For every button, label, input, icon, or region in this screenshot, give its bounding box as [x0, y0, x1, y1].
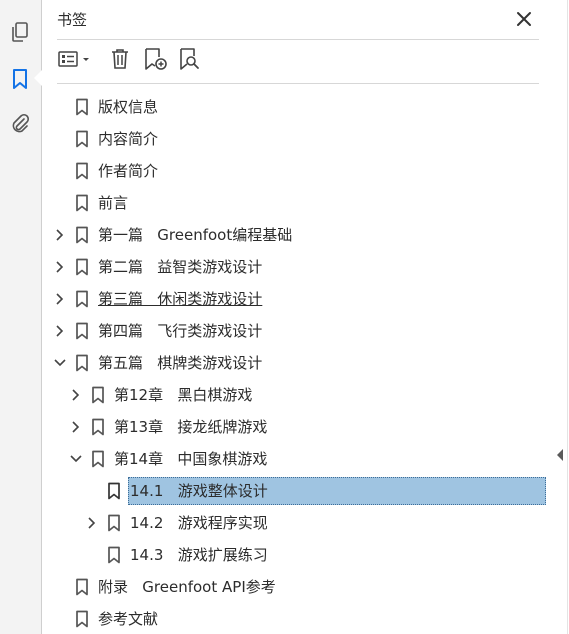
bookmark-icon	[107, 546, 121, 564]
bookmark-label: 作者简介	[98, 162, 159, 180]
new-bookmark-icon	[142, 46, 168, 76]
panel-edge	[567, 0, 568, 634]
bookmark-icon	[75, 578, 89, 596]
bookmark-item[interactable]: 参考文献	[0, 602, 548, 634]
bookmark-icon[interactable]	[8, 67, 32, 91]
bookmark-label: 版权信息	[98, 98, 159, 116]
bookmark-label: 参考文献	[98, 610, 159, 628]
bookmark-label: 第四篇 飞行类游戏设计	[98, 322, 263, 340]
bookmark-icon	[91, 450, 105, 468]
bookmark-item[interactable]: 第三篇 休闲类游戏设计	[0, 282, 548, 314]
bookmark-item[interactable]: 第12章 黑白棋游戏	[0, 378, 548, 410]
options-menu-button[interactable]	[57, 47, 93, 75]
bookmark-item[interactable]: 14.3 游戏扩展练习	[0, 538, 548, 570]
header-divider	[57, 39, 539, 40]
chevron-right-icon[interactable]	[53, 259, 67, 273]
bookmark-label: 前言	[98, 194, 129, 212]
bookmark-item[interactable]: 内容简介	[0, 122, 548, 154]
bookmark-label: 内容简介	[98, 130, 159, 148]
bookmark-item[interactable]: 第五篇 棋牌类游戏设计	[0, 346, 548, 378]
bookmark-icon	[75, 322, 89, 340]
bookmark-toolbar	[57, 44, 539, 78]
bookmark-label: 14.1 游戏整体设计	[130, 482, 268, 500]
bookmark-item[interactable]: 14.2 游戏程序实现	[0, 506, 548, 538]
bookmark-item[interactable]: 第一篇 Greenfoot编程基础	[0, 218, 548, 250]
delete-bookmark-icon	[108, 47, 132, 75]
bookmark-icon	[75, 98, 89, 116]
chevron-down-icon[interactable]	[69, 451, 83, 465]
bookmark-label: 第一篇 Greenfoot编程基础	[98, 226, 293, 244]
chevron-right-icon[interactable]	[69, 419, 83, 433]
bookmark-icon	[75, 226, 89, 244]
bookmark-icon	[91, 418, 105, 436]
new-bookmark-button[interactable]	[141, 47, 169, 75]
delete-bookmark-button[interactable]	[107, 47, 133, 75]
collapse-panel-icon[interactable]	[557, 449, 563, 461]
bookmark-label: 第14章 中国象棋游戏	[114, 450, 268, 468]
chevron-right-icon[interactable]	[53, 291, 67, 305]
search-bookmark-icon	[176, 46, 202, 76]
bookmark-item[interactable]: 14.1 游戏整体设计	[0, 474, 548, 506]
bookmark-item[interactable]: 第13章 接龙纸牌游戏	[0, 410, 548, 442]
bookmark-item[interactable]: 附录 Greenfoot API参考	[0, 570, 548, 602]
bookmark-icon	[75, 290, 89, 308]
panel-title: 书签	[57, 11, 88, 29]
chevron-right-icon[interactable]	[53, 227, 67, 241]
toolbar-divider	[57, 83, 539, 84]
bookmark-item[interactable]: 版权信息	[0, 90, 548, 122]
bookmark-label: 第13章 接龙纸牌游戏	[114, 418, 268, 436]
bookmark-label: 第五篇 棋牌类游戏设计	[98, 354, 263, 372]
bookmark-item[interactable]: 作者简介	[0, 154, 548, 186]
bookmark-icon	[91, 386, 105, 404]
chevron-down-icon[interactable]	[53, 355, 67, 369]
pages-icon[interactable]	[8, 20, 32, 44]
bookmark-icon	[75, 194, 89, 212]
bookmark-item[interactable]: 第四篇 飞行类游戏设计	[0, 314, 548, 346]
bookmark-icon	[75, 130, 89, 148]
options-menu-icon	[57, 49, 93, 73]
bookmark-icon	[75, 258, 89, 276]
bookmark-label: 附录 Greenfoot API参考	[98, 578, 276, 596]
bookmark-icon	[75, 162, 89, 180]
bookmark-item[interactable]: 第二篇 益智类游戏设计	[0, 250, 548, 282]
search-bookmark-button[interactable]	[175, 47, 203, 75]
bookmark-icon	[75, 354, 89, 372]
bookmark-label: 第12章 黑白棋游戏	[114, 386, 253, 404]
chevron-right-icon[interactable]	[53, 323, 67, 337]
bookmark-icon	[107, 514, 121, 532]
bookmark-item[interactable]: 前言	[0, 186, 548, 218]
bookmark-label: 第二篇 益智类游戏设计	[98, 258, 263, 276]
bookmark-label: 14.3 游戏扩展练习	[130, 546, 268, 564]
panel-header: 书签	[57, 0, 539, 38]
bookmark-icon	[107, 482, 121, 500]
bookmark-item[interactable]: 第14章 中国象棋游戏	[0, 442, 548, 474]
bookmark-icon	[75, 610, 89, 628]
chevron-right-icon[interactable]	[85, 515, 99, 529]
close-icon[interactable]	[515, 10, 533, 28]
bookmark-label: 14.2 游戏程序实现	[130, 514, 268, 532]
active-panel-pointer	[34, 70, 42, 86]
chevron-right-icon[interactable]	[69, 387, 83, 401]
bookmark-label: 第三篇 休闲类游戏设计	[98, 290, 263, 308]
